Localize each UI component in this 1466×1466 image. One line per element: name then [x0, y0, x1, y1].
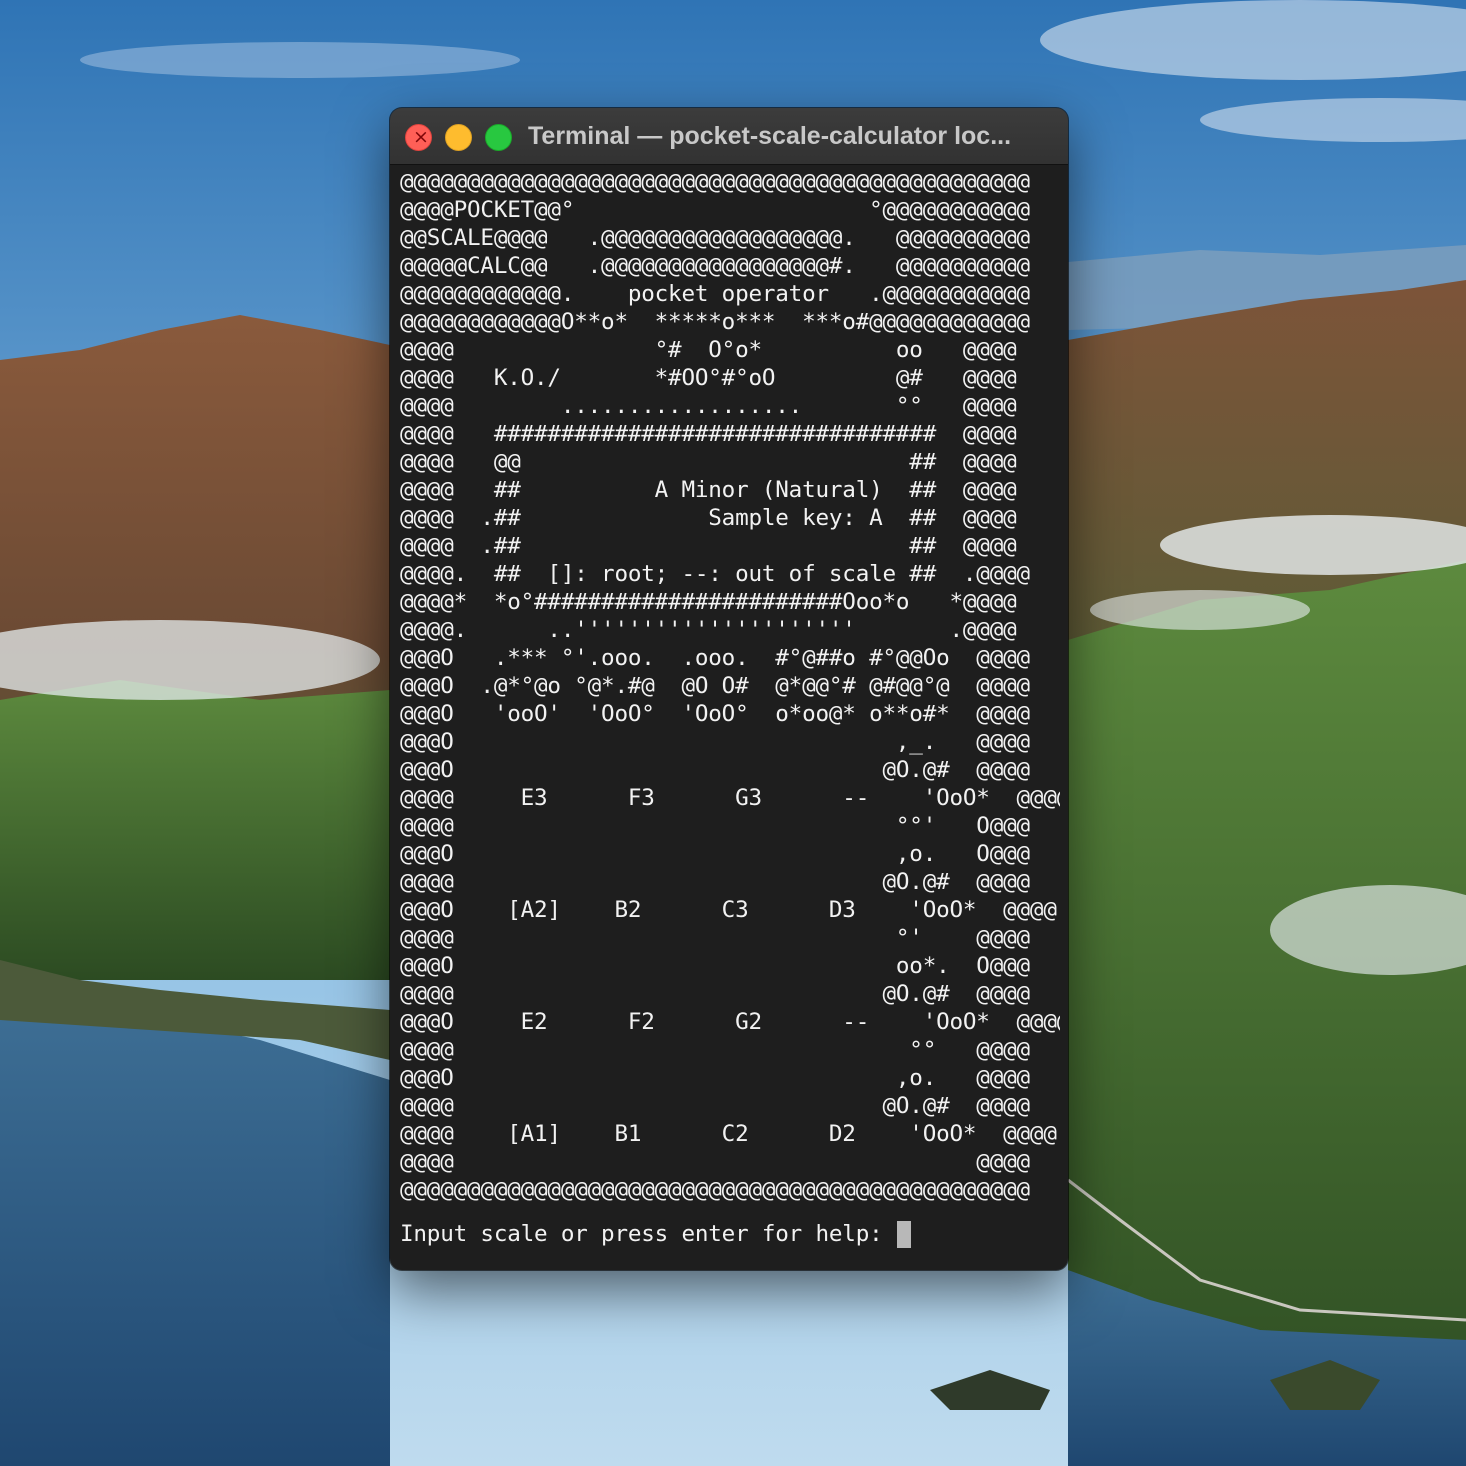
- terminal-line: @@@@ °°' O@@@: [400, 813, 1030, 839]
- terminal-line: @@@@ .## ## @@@@: [400, 533, 1017, 559]
- window-title: Terminal — pocket-scale-calculator loc..…: [528, 122, 1012, 150]
- terminal-line: @@@O E2 F2 G2 -- 'OoO* @@@@: [400, 1009, 1060, 1035]
- close-icon: ×: [413, 126, 429, 148]
- terminal-line: @@@@ .## Sample key: A ## @@@@: [400, 505, 1017, 531]
- zoom-button[interactable]: [485, 124, 512, 151]
- terminal-line: @@@O oo*. O@@@: [400, 953, 1030, 979]
- terminal-line: @@@@ @@@@: [400, 1149, 1030, 1175]
- terminal-line: @@@@ °° @@@@: [400, 1037, 1030, 1063]
- terminal-line: @@@@. ..''''''''''''''''''''' .@@@@: [400, 617, 1017, 643]
- prompt-text: Input scale or press enter for help:: [400, 1221, 883, 1247]
- command-prompt[interactable]: Input scale or press enter for help:: [400, 1220, 911, 1248]
- terminal-line: @@@@ [A1] B1 C2 D2 'OoO* @@@@: [400, 1121, 1057, 1147]
- terminal-window[interactable]: × Terminal — pocket-scale-calculator loc…: [390, 108, 1068, 1270]
- terminal-line: @@@@ @O.@# @@@@: [400, 869, 1030, 895]
- terminal-line: @@@O ,o. O@@@: [400, 841, 1030, 867]
- terminal-line: @@@@ ################################# @…: [400, 421, 1017, 447]
- terminal-line: @@@@@CALC@@ .@@@@@@@@@@@@@@@@@#. @@@@@@@…: [400, 253, 1030, 279]
- terminal-output[interactable]: @@@@@@@@@@@@@@@@@@@@@@@@@@@@@@@@@@@@@@@@…: [400, 168, 1060, 1263]
- terminal-line: @@@O 'ooO' 'OoO° 'OoO° o*oo@* o**o#* @@@…: [400, 701, 1030, 727]
- ascii-art-output: @@@@@@@@@@@@@@@@@@@@@@@@@@@@@@@@@@@@@@@@…: [400, 168, 1060, 1232]
- terminal-line: @@@@ @@ ## @@@@: [400, 449, 1017, 475]
- terminal-line: @@@O [A2] B2 C3 D3 'OoO* @@@@: [400, 897, 1057, 923]
- close-button[interactable]: ×: [405, 124, 432, 151]
- title-bar[interactable]: × Terminal — pocket-scale-calculator loc…: [390, 108, 1068, 165]
- terminal-line: @@@@@@@@@@@@@@@@@@@@@@@@@@@@@@@@@@@@@@@@…: [400, 169, 1030, 195]
- terminal-line: @@@@* *o°#######################Ooo*o *@…: [400, 589, 1017, 615]
- terminal-line: @@@@. ## []: root; --: out of scale ## .…: [400, 561, 1030, 587]
- terminal-line: @@@@ @O.@# @@@@: [400, 981, 1030, 1007]
- terminal-line: @@@@ .................. °° @@@@: [400, 393, 1017, 419]
- terminal-line: @@@@POCKET@@° °@@@@@@@@@@@: [400, 197, 1030, 223]
- terminal-line: @@@@@@@@@@@@@@@@@@@@@@@@@@@@@@@@@@@@@@@@…: [400, 1177, 1030, 1203]
- terminal-line: @@SCALE@@@@ .@@@@@@@@@@@@@@@@@@. @@@@@@@…: [400, 225, 1030, 251]
- terminal-line: @@@@ E3 F3 G3 -- 'OoO* @@@@: [400, 785, 1060, 811]
- text-cursor[interactable]: [896, 1220, 911, 1248]
- terminal-line: @@@O @O.@# @@@@: [400, 757, 1030, 783]
- terminal-line: @@@O .*** °'.ooo. .ooo. #°@##o #°@@Oo @@…: [400, 645, 1030, 671]
- terminal-line: @@@@ °' @@@@: [400, 925, 1030, 951]
- terminal-line: @@@@ K.O./ *#OO°#°oO @# @@@@: [400, 365, 1017, 391]
- terminal-line: @@@@@@@@@@@@. pocket operator .@@@@@@@@@…: [400, 281, 1030, 307]
- terminal-line: @@@@ ## A Minor (Natural) ## @@@@: [400, 477, 1017, 503]
- terminal-line: @@@O ,o. @@@@: [400, 1065, 1030, 1091]
- terminal-line: @@@O .@*°@o °@*.#@ @O O# @*@@°# @#@@°@ @…: [400, 673, 1030, 699]
- terminal-line: @@@@@@@@@@@@O**o* *****o*** ***o#@@@@@@@…: [400, 309, 1030, 335]
- terminal-line: @@@@ °# O°o* oo @@@@: [400, 337, 1017, 363]
- terminal-line: @@@O ,_. @@@@: [400, 729, 1030, 755]
- terminal-line: @@@@ @O.@# @@@@: [400, 1093, 1030, 1119]
- minimize-button[interactable]: [445, 124, 472, 151]
